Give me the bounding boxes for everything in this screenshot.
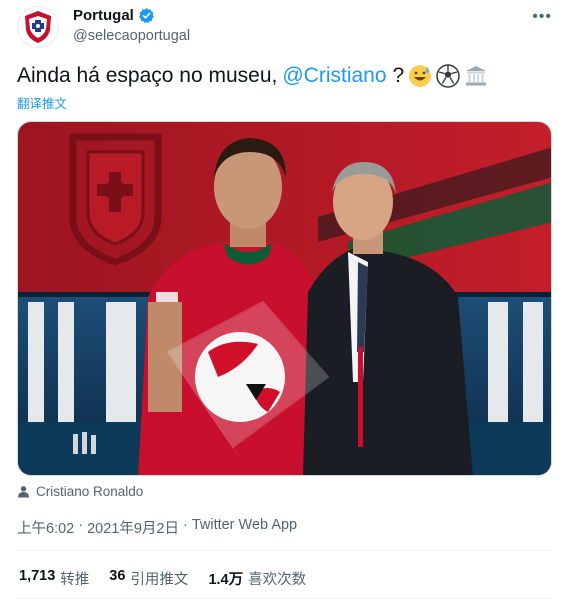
- quote-tweet-count[interactable]: 36 引用推文: [109, 568, 188, 589]
- divider: [17, 598, 552, 599]
- fpf-crest-icon: [25, 11, 51, 43]
- tweet-date[interactable]: 2021年9月2日: [87, 517, 179, 538]
- meta-separator: ·: [78, 517, 84, 533]
- person-icon: [18, 486, 29, 498]
- tweet-body: Ainda há espaço no museu,: [17, 64, 278, 87]
- tweet-punctuation: ?: [392, 64, 405, 87]
- tweet-header: Portugal @selecaoportugal •••: [17, 6, 562, 50]
- divider: [17, 550, 552, 551]
- translate-tweet-link[interactable]: 翻译推文: [17, 93, 67, 112]
- retweet-count[interactable]: 1,713 转推: [19, 568, 89, 589]
- classical-building-emoji-icon: [466, 66, 487, 86]
- photo-tag[interactable]: Cristiano Ronaldo: [17, 484, 143, 499]
- stat-count: 36: [109, 568, 126, 584]
- meta-separator: ·: [182, 517, 188, 533]
- author-name[interactable]: Portugal: [73, 7, 134, 24]
- stat-count: 1,713: [19, 568, 56, 584]
- stat-label: 转推: [60, 572, 90, 588]
- tweet-timestamp-row: 上午6:02 · 2021年9月2日 · Twitter Web App: [17, 517, 297, 538]
- soccer-ball-emoji-icon: [436, 64, 460, 88]
- mention-link[interactable]: @Cristiano: [282, 64, 386, 88]
- engagement-stats: 1,713 转推 36 引用推文 1.4万 喜欢次数: [19, 568, 306, 589]
- verified-badge-icon: [138, 7, 154, 23]
- tweet-photo[interactable]: [17, 121, 552, 476]
- account-avatar[interactable]: [17, 6, 59, 48]
- like-count[interactable]: 1.4万 喜欢次数: [208, 568, 306, 589]
- tweet-time[interactable]: 上午6:02: [17, 517, 74, 538]
- stat-label: 引用推文: [130, 572, 189, 588]
- stat-label: 喜欢次数: [248, 572, 307, 588]
- author-handle[interactable]: @selecaoportugal: [73, 28, 190, 44]
- tweet-source[interactable]: Twitter Web App: [192, 517, 297, 538]
- tweet-text: Ainda há espaço no museu, @Cristiano ?: [17, 64, 488, 88]
- stat-count: 1.4万: [208, 572, 244, 588]
- author-block: Portugal @selecaoportugal: [73, 6, 190, 45]
- grinning-sweat-emoji-icon: [409, 65, 432, 87]
- tagged-person-name: Cristiano Ronaldo: [36, 484, 144, 499]
- more-options-icon[interactable]: •••: [532, 8, 552, 26]
- photo-content: [18, 122, 551, 475]
